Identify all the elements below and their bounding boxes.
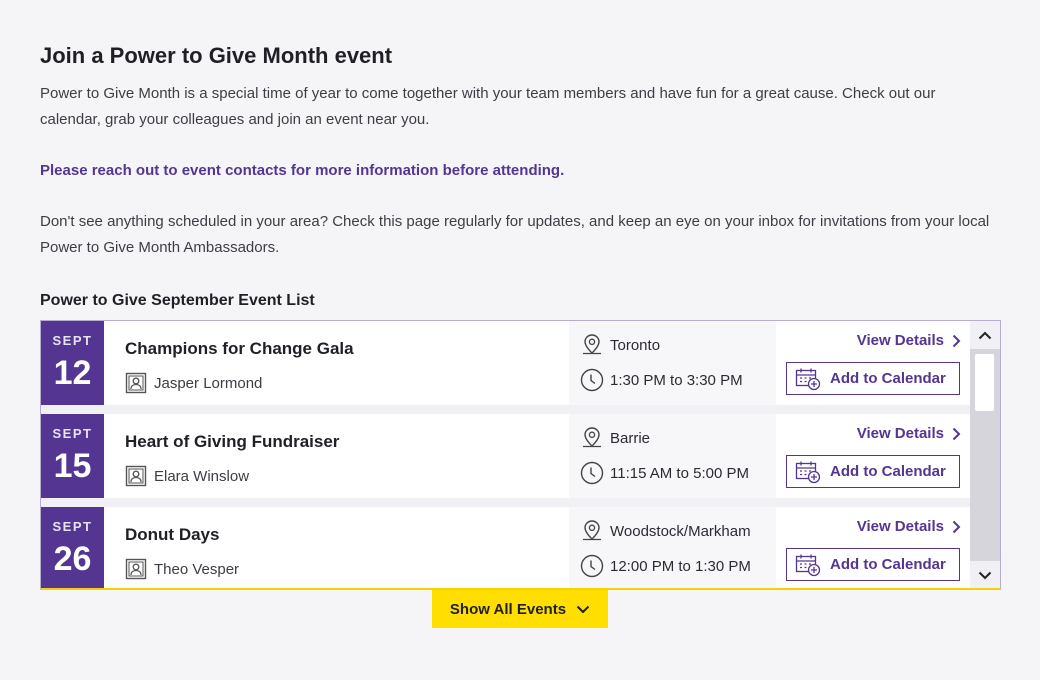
clock-icon <box>580 461 604 485</box>
chevron-right-icon <box>952 520 961 533</box>
event-list: SEPT 12 Champions for Change Gala Jasper… <box>40 320 1001 590</box>
event-info: Donut Days Theo Vesper <box>104 507 569 588</box>
show-all-events-button[interactable]: Show All Events <box>432 590 608 628</box>
map-pin-icon <box>583 334 601 355</box>
event-location: Woodstock/Markham <box>579 518 776 544</box>
page-title: Join a Power to Give Month event <box>40 43 393 68</box>
event-name: Champions for Change Gala <box>125 339 354 358</box>
add-to-calendar-label: Add to Calendar <box>830 556 946 573</box>
intro-paragraph: Power to Give Month is a special time of… <box>40 85 936 128</box>
event-contact-name: Jasper Lormond <box>154 374 263 392</box>
clock-icon <box>580 554 604 578</box>
show-all-events-label: Show All Events <box>449 600 567 618</box>
chevron-down-icon <box>576 605 590 613</box>
contact-card-icon <box>125 558 147 580</box>
event-date-badge: SEPT 12 <box>41 321 104 405</box>
contact-card-icon <box>125 465 147 487</box>
view-details-label: View Details <box>856 518 944 535</box>
event-info: Heart of Giving Fundraiser Elara Winslow <box>104 414 569 498</box>
event-date-badge: SEPT 26 <box>41 507 104 588</box>
event-contact-name: Elara Winslow <box>154 467 250 485</box>
scroll-down-button[interactable] <box>970 563 1000 587</box>
add-to-calendar-label: Add to Calendar <box>830 370 946 387</box>
add-to-calendar-button[interactable]: Add to Calendar <box>786 548 960 581</box>
event-logistics: Barrie 11:15 AM to 5:00 PM <box>569 414 776 498</box>
intro-section: Join a Power to Give Month event Power t… <box>40 40 1000 312</box>
event-time-text: 1:30 PM to 3:30 PM <box>610 371 743 389</box>
event-contact: Theo Vesper <box>125 558 569 580</box>
view-details-link[interactable]: View Details <box>857 518 961 535</box>
event-time-text: 11:15 AM to 5:00 PM <box>610 464 749 482</box>
calendar-add-icon <box>795 554 821 576</box>
event-actions: View Details Add to Calendar <box>776 321 971 405</box>
event-location: Barrie <box>579 425 776 451</box>
chevron-down-icon <box>978 571 992 579</box>
event-month: SEPT <box>52 426 93 441</box>
event-time-text: 12:00 PM to 1:30 PM <box>610 557 751 575</box>
view-details-link[interactable]: View Details <box>857 425 961 442</box>
scrollbar-thumb[interactable] <box>975 354 994 411</box>
event-location-text: Barrie <box>610 429 651 447</box>
event-day: 12 <box>53 354 92 392</box>
calendar-add-icon <box>795 368 821 390</box>
add-to-calendar-button[interactable]: Add to Calendar <box>786 362 960 395</box>
event-location: Toronto <box>579 332 776 358</box>
add-to-calendar-button[interactable]: Add to Calendar <box>786 455 960 488</box>
event-day: 15 <box>53 447 92 485</box>
event-location-text: Woodstock/Markham <box>610 522 751 540</box>
event-month: SEPT <box>52 333 93 348</box>
event-logistics: Woodstock/Markham 12:00 PM to 1:30 PM <box>569 507 776 588</box>
event-time: 11:15 AM to 5:00 PM <box>579 460 776 486</box>
calendar-add-icon <box>795 461 821 483</box>
event-actions: View Details Add to Calendar <box>776 414 971 498</box>
contact-card-icon <box>125 372 147 394</box>
event-row: SEPT 15 Heart of Giving Fundraiser Elara… <box>41 414 971 498</box>
view-details-label: View Details <box>856 425 944 442</box>
scroll-up-button[interactable] <box>970 323 1000 347</box>
event-name: Heart of Giving Fundraiser <box>125 432 340 451</box>
event-location-text: Toronto <box>610 336 661 354</box>
event-date-badge: SEPT 15 <box>41 414 104 498</box>
event-list-scrollbar[interactable] <box>970 321 1000 588</box>
chevron-right-icon <box>952 334 961 347</box>
event-contact: Jasper Lormond <box>125 372 569 394</box>
event-time: 12:00 PM to 1:30 PM <box>579 553 776 579</box>
event-day: 26 <box>53 540 92 578</box>
event-row: SEPT 12 Champions for Change Gala Jasper… <box>41 321 971 405</box>
event-list-title: Power to Give September Event List <box>40 292 315 309</box>
view-details-link[interactable]: View Details <box>857 332 961 349</box>
event-info: Champions for Change Gala Jasper Lormond <box>104 321 569 405</box>
map-pin-icon <box>583 427 601 448</box>
followup-paragraph: Don't see anything scheduled in your are… <box>40 213 990 256</box>
event-logistics: Toronto 1:30 PM to 3:30 PM <box>569 321 776 405</box>
event-actions: View Details Add to Calendar <box>776 507 971 588</box>
chevron-up-icon <box>978 331 992 339</box>
view-details-label: View Details <box>856 332 944 349</box>
contact-notice: Please reach out to event contacts for m… <box>40 162 565 179</box>
chevron-right-icon <box>952 427 961 440</box>
event-name: Donut Days <box>125 525 220 544</box>
event-row: SEPT 26 Donut Days Theo Vesper Woodstock… <box>41 507 971 588</box>
map-pin-icon <box>583 520 601 541</box>
add-to-calendar-label: Add to Calendar <box>830 463 946 480</box>
event-contact: Elara Winslow <box>125 465 569 487</box>
event-month: SEPT <box>52 519 93 534</box>
event-contact-name: Theo Vesper <box>154 560 240 578</box>
event-time: 1:30 PM to 3:30 PM <box>579 367 776 393</box>
clock-icon <box>580 368 604 392</box>
